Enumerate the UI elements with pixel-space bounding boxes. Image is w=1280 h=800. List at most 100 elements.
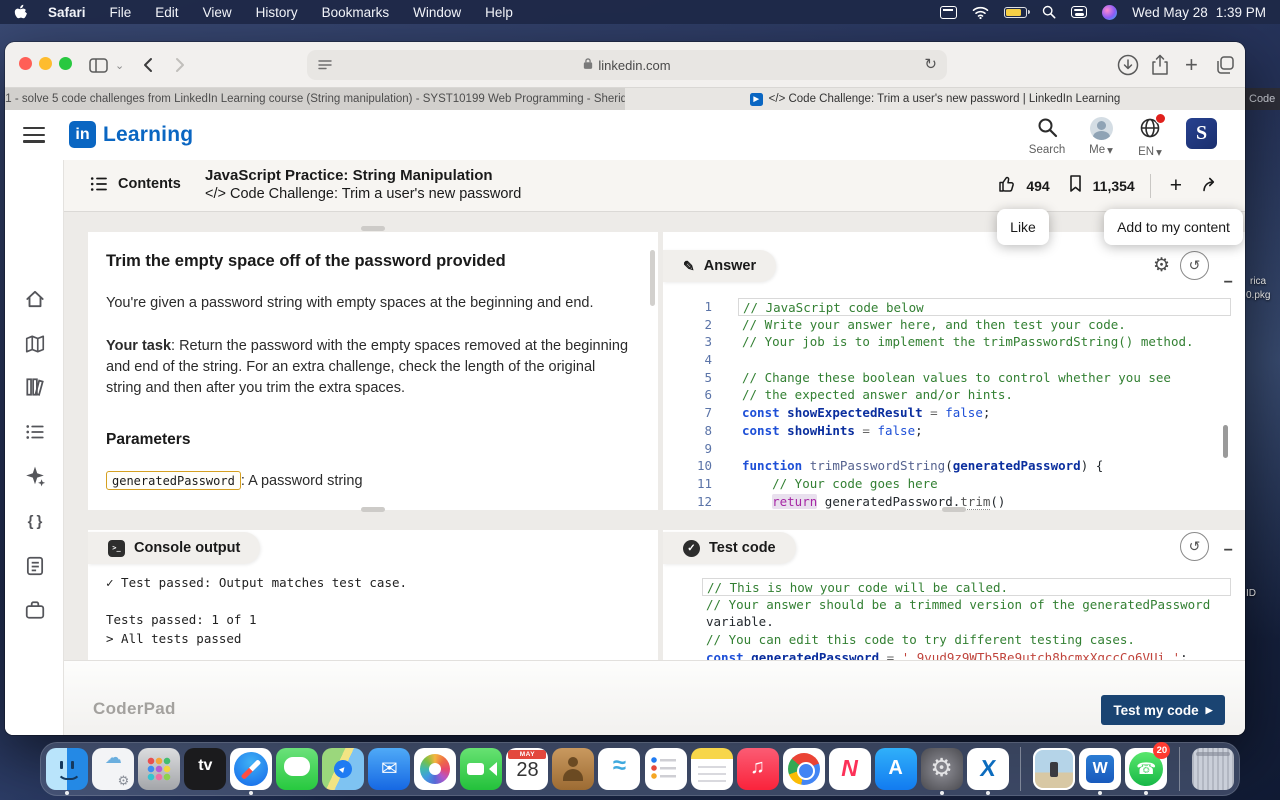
dock-messages-icon[interactable] bbox=[276, 745, 319, 793]
siri-icon[interactable] bbox=[1102, 5, 1117, 20]
wifi-icon[interactable] bbox=[972, 6, 989, 19]
header-search[interactable]: Search bbox=[1017, 117, 1077, 156]
menu-item-history[interactable]: History bbox=[256, 5, 298, 20]
console-output-tab[interactable]: >_ Console output bbox=[88, 532, 260, 564]
dock-imagefile-icon[interactable] bbox=[1033, 745, 1076, 793]
map-icon[interactable] bbox=[22, 331, 48, 357]
dock-news-icon[interactable] bbox=[828, 745, 871, 793]
dock-trash-icon[interactable] bbox=[1191, 745, 1234, 793]
dock-appletv-icon[interactable] bbox=[184, 745, 227, 793]
code-line[interactable]: 8const showHints = false; bbox=[663, 422, 1231, 440]
zoom-window-button[interactable] bbox=[59, 57, 72, 70]
forward-button[interactable] bbox=[175, 52, 185, 78]
code-line[interactable]: 10function trimPasswordString(generatedP… bbox=[663, 457, 1231, 475]
dock-music-icon[interactable] bbox=[736, 745, 779, 793]
reset-test-code-button[interactable]: ↺ bbox=[1180, 532, 1209, 561]
code-line[interactable]: const generatedPassword = ' 9vud9z9WTb5R… bbox=[663, 649, 1231, 660]
minimize-window-button[interactable] bbox=[39, 57, 52, 70]
ai-sparkle-icon[interactable] bbox=[22, 463, 48, 489]
menu-bar-clock[interactable]: Wed May 28 1:39 PM bbox=[1132, 5, 1266, 20]
dock-chrome-icon[interactable] bbox=[782, 745, 825, 793]
dock-utility-icon[interactable] bbox=[92, 745, 135, 793]
menu-item-view[interactable]: View bbox=[203, 5, 232, 20]
editor-settings-icon[interactable]: ⚙ bbox=[1153, 254, 1170, 277]
code-line[interactable]: // Your answer should be a trimmed versi… bbox=[663, 596, 1231, 614]
home-icon[interactable] bbox=[22, 286, 48, 312]
dock-whatsapp-icon[interactable]: 20 bbox=[1125, 745, 1168, 793]
collapse-panel-button[interactable]: − bbox=[1224, 542, 1233, 560]
hamburger-menu-icon[interactable] bbox=[23, 127, 45, 143]
like-button[interactable] bbox=[998, 174, 1017, 198]
tab-linkedin-learning[interactable]: ▶ </> Code Challenge: Trim a user's new … bbox=[625, 88, 1245, 110]
code-line[interactable]: variable. bbox=[663, 613, 1231, 631]
dock-facetime-icon[interactable] bbox=[460, 745, 503, 793]
scrollbar[interactable] bbox=[1223, 425, 1228, 458]
sidebar-toggle-icon[interactable] bbox=[89, 52, 108, 78]
bookmark-button[interactable] bbox=[1067, 174, 1084, 198]
dock-calendar-icon[interactable]: MAY28 bbox=[506, 745, 549, 793]
test-my-code-button[interactable]: Test my code ▶ bbox=[1101, 695, 1225, 725]
reset-code-button[interactable]: ↺ bbox=[1180, 251, 1209, 280]
contents-button[interactable]: Contents bbox=[89, 174, 181, 194]
keyboard-brightness-icon[interactable] bbox=[940, 6, 957, 19]
dock-finder-icon[interactable] bbox=[46, 745, 89, 793]
code-line[interactable]: 1// JavaScript code below bbox=[663, 298, 1231, 316]
linkedin-learning-logo[interactable]: in Learning bbox=[69, 121, 193, 148]
address-bar[interactable]: linkedin.com ↻ bbox=[307, 50, 947, 80]
menu-item-edit[interactable]: Edit bbox=[155, 5, 178, 20]
answer-tab[interactable]: ✎ Answer bbox=[663, 250, 776, 282]
header-language-menu[interactable]: EN▾ bbox=[1120, 117, 1180, 159]
menu-item-help[interactable]: Help bbox=[485, 5, 513, 20]
dock-maps-icon[interactable] bbox=[322, 745, 365, 793]
back-button[interactable] bbox=[143, 52, 153, 78]
test-code-editor[interactable]: // This is how your code will be called.… bbox=[663, 578, 1231, 660]
sidebar-chevron-icon[interactable]: ⌄ bbox=[115, 52, 124, 78]
spotlight-search-icon[interactable] bbox=[1042, 5, 1056, 19]
dock-freeform-icon[interactable] bbox=[598, 745, 641, 793]
close-window-button[interactable] bbox=[19, 57, 32, 70]
new-tab-icon[interactable]: + bbox=[1185, 52, 1198, 78]
notebook-icon[interactable] bbox=[22, 553, 48, 579]
tab-overview-icon[interactable] bbox=[1215, 52, 1235, 78]
dock-appstore-icon[interactable] bbox=[874, 745, 917, 793]
dock-notes-icon[interactable] bbox=[690, 745, 733, 793]
code-line[interactable]: 4 bbox=[663, 351, 1231, 369]
contents-list-icon[interactable] bbox=[22, 419, 48, 445]
desktop-file-label[interactable]: 0.pkg bbox=[1246, 290, 1270, 301]
code-line[interactable]: 9 bbox=[663, 440, 1231, 458]
desktop-file-label[interactable]: rica bbox=[1250, 276, 1266, 287]
scrollbar[interactable] bbox=[650, 250, 655, 306]
test-code-tab[interactable]: ✓ Test code bbox=[663, 532, 796, 564]
dock-photos-icon[interactable] bbox=[414, 745, 457, 793]
dock-launchpad-icon[interactable] bbox=[138, 745, 181, 793]
code-line[interactable]: 3// Your job is to implement the trimPas… bbox=[663, 333, 1231, 351]
resize-handle[interactable] bbox=[942, 507, 966, 512]
menu-item-file[interactable]: File bbox=[110, 5, 132, 20]
dock-mail-icon[interactable] bbox=[368, 745, 411, 793]
dock-contacts-icon[interactable] bbox=[552, 745, 595, 793]
desktop-file-label[interactable]: ID bbox=[1246, 588, 1256, 599]
code-line[interactable]: // You can edit this code to try differe… bbox=[663, 631, 1231, 649]
add-to-content-button[interactable]: + bbox=[1170, 174, 1182, 198]
code-line[interactable]: 7const showExpectedResult = false; bbox=[663, 404, 1231, 422]
resize-handle[interactable] bbox=[361, 507, 385, 512]
code-line[interactable]: 11 // Your code goes here bbox=[663, 475, 1231, 493]
menu-item-safari[interactable]: Safari bbox=[48, 5, 86, 20]
reader-view-icon[interactable] bbox=[317, 57, 333, 76]
dock-word-icon[interactable] bbox=[1079, 745, 1122, 793]
dock-reminders-icon[interactable] bbox=[644, 745, 687, 793]
reload-icon[interactable]: ↻ bbox=[924, 55, 937, 73]
code-line[interactable]: 2// Write your answer here, and then tes… bbox=[663, 316, 1231, 334]
menu-item-window[interactable]: Window bbox=[413, 5, 461, 20]
control-center-icon[interactable] bbox=[1071, 6, 1087, 18]
collapse-panel-button[interactable]: − bbox=[1224, 274, 1233, 292]
code-line[interactable]: 5// Change these boolean values to contr… bbox=[663, 369, 1231, 387]
menu-item-bookmarks[interactable]: Bookmarks bbox=[322, 5, 390, 20]
dock-settings-icon[interactable] bbox=[920, 745, 963, 793]
apple-menu-icon[interactable] bbox=[14, 4, 28, 21]
dock-safari-icon[interactable] bbox=[230, 745, 273, 793]
downloads-icon[interactable] bbox=[1117, 52, 1139, 78]
dock-vscode-icon[interactable] bbox=[966, 745, 1009, 793]
library-icon[interactable] bbox=[22, 374, 48, 400]
code-line[interactable]: // This is how your code will be called. bbox=[663, 578, 1231, 596]
